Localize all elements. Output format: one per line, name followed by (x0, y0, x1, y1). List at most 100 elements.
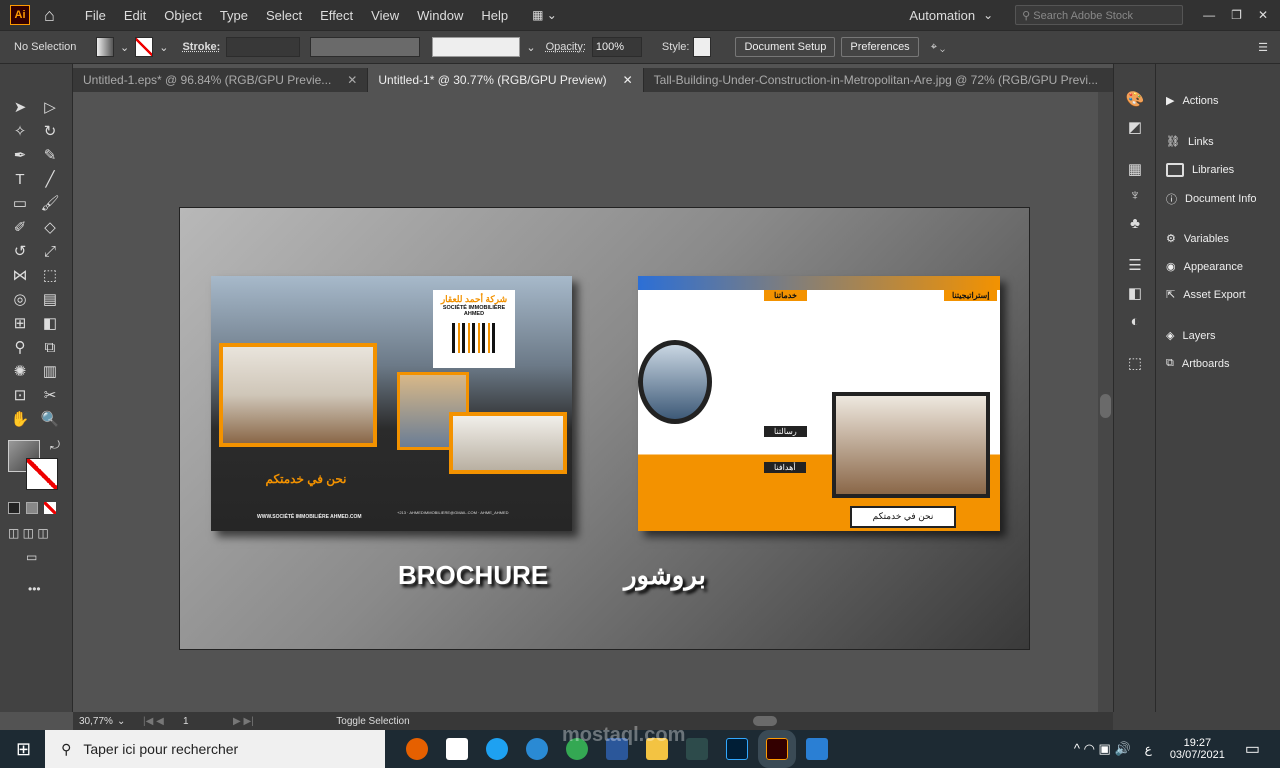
pen-tool-icon[interactable]: ✒ (10, 146, 30, 166)
tab-untitled-1[interactable]: Untitled-1* @ 30.77% (RGB/GPU Preview) ✕ (368, 68, 644, 92)
close-icon[interactable]: ✕ (623, 73, 633, 87)
zoom-level[interactable]: 30,77% (73, 716, 117, 727)
panel-artboards[interactable]: ⧉ Artboards (1166, 357, 1230, 370)
document-setup-button[interactable]: Document Setup (735, 37, 836, 57)
color-panel-icon[interactable]: 🎨 (1125, 90, 1145, 110)
artboard[interactable]: شركة أحمد للعقار SOCIÉTÉ IMMOBILIÈRE AHM… (179, 207, 1030, 650)
stock-search-input[interactable]: ⚲ Search Adobe Stock (1015, 5, 1184, 25)
workspace-switcher[interactable]: Automation (909, 8, 975, 23)
menu-effect[interactable]: Effect (320, 8, 353, 23)
home-icon[interactable]: ⌂ (44, 5, 55, 26)
direct-selection-tool-icon[interactable]: ▷ (40, 98, 60, 118)
artboard-number[interactable]: 1 (183, 716, 233, 727)
chevron-down-icon[interactable]: ⌄ (526, 41, 535, 54)
menu-list-icon[interactable]: ☰ (1258, 41, 1268, 54)
menu-file[interactable]: File (85, 8, 106, 23)
rotate-tool-icon[interactable]: ↺ (10, 242, 30, 262)
menu-type[interactable]: Type (220, 8, 248, 23)
zoom-tool-icon[interactable]: 🔍 (40, 410, 60, 430)
brushes-icon[interactable]: ♆ (1125, 186, 1145, 206)
tab-tall-building[interactable]: Tall-Building-Under-Construction-in-Metr… (644, 68, 1136, 92)
color-guide-icon[interactable]: ◩ (1125, 118, 1145, 138)
magic-wand-icon[interactable]: ✧ (10, 122, 30, 142)
select-similar-icon[interactable]: ⌖ ⌄ (931, 41, 945, 54)
column-graph-icon[interactable]: ▥ (40, 362, 60, 382)
export-icon[interactable]: ⬚ (1125, 354, 1145, 374)
panel-links[interactable]: ⛓ Links (1166, 135, 1214, 149)
minimize-button[interactable]: — (1203, 8, 1215, 22)
menu-view[interactable]: View (371, 8, 399, 23)
more-tools-icon[interactable]: ••• (28, 582, 41, 596)
close-icon[interactable]: ✕ (347, 73, 357, 87)
width-tool-icon[interactable]: ⋈ (10, 266, 30, 286)
menu-object[interactable]: Object (164, 8, 202, 23)
chevron-down-icon[interactable]: ⌄ (117, 716, 143, 727)
panel-document-info[interactable]: ⓘ Document Info (1166, 191, 1257, 207)
opacity-label[interactable]: Opacity: (546, 41, 586, 53)
notifications-icon[interactable]: ▭ (1245, 739, 1260, 759)
slice-tool-icon[interactable]: ✂ (40, 386, 60, 406)
perspective-grid-icon[interactable]: ▤ (40, 290, 60, 310)
stroke-weight-input[interactable] (226, 37, 301, 57)
panel-variables[interactable]: ⚙ Variables (1166, 232, 1229, 246)
artboard-nav-prev[interactable]: |◀ ◀ (143, 716, 183, 727)
panel-layers[interactable]: ◈ Layers (1166, 329, 1216, 343)
swap-colors-icon[interactable]: ⤾ (50, 438, 60, 453)
free-transform-icon[interactable]: ⬚ (40, 266, 60, 286)
firefox-icon[interactable] (406, 738, 429, 760)
close-button[interactable]: ✕ (1258, 8, 1268, 22)
menu-select[interactable]: Select (266, 8, 302, 23)
stroke-label[interactable]: Stroke: (182, 41, 220, 53)
type-tool-icon[interactable]: T (10, 170, 30, 190)
clock[interactable]: 19:27 03/07/2021 (1170, 737, 1225, 761)
gradient-panel-icon[interactable]: ◧ (1125, 284, 1145, 304)
tab-untitled-eps[interactable]: Untitled-1.eps* @ 96.84% (RGB/GPU Previe… (73, 68, 369, 92)
mesh-tool-icon[interactable]: ⊞ (10, 314, 30, 334)
status-action[interactable]: Toggle Selection (273, 716, 473, 727)
stroke-swatch[interactable] (135, 37, 154, 57)
panel-asset-export[interactable]: ⇱ Asset Export (1166, 288, 1246, 302)
vertical-scrollbar[interactable] (1098, 92, 1113, 712)
restore-button[interactable]: ❐ (1231, 8, 1242, 22)
input-language[interactable]: ع (1145, 742, 1152, 756)
chevron-down-icon[interactable]: ⌄ (159, 41, 168, 54)
artboard-tool-icon[interactable]: ⊡ (10, 386, 30, 406)
menu-edit[interactable]: Edit (124, 8, 146, 23)
stroke-color[interactable] (26, 458, 58, 490)
fill-swatch[interactable] (96, 37, 114, 57)
panel-appearance[interactable]: ◉ Appearance (1166, 260, 1243, 274)
photos-icon[interactable] (806, 738, 829, 760)
line-tool-icon[interactable]: ╱ (40, 170, 60, 190)
system-tray-icons[interactable]: ^ ◠ ▣ 🔊 (1074, 741, 1131, 757)
lasso-icon[interactable]: ↻ (40, 122, 60, 142)
panel-actions[interactable]: ▶ Actions (1166, 94, 1219, 108)
photoshop-icon[interactable] (726, 738, 749, 760)
taskbar-search-input[interactable]: ⚲ Taper ici pour rechercher (45, 730, 386, 768)
symbol-sprayer-icon[interactable]: ✺ (10, 362, 30, 382)
selection-tool-icon[interactable]: ➤ (10, 98, 30, 118)
swatches-icon[interactable]: ▦ (1125, 160, 1145, 180)
curvature-tool-icon[interactable]: ✎ (40, 146, 60, 166)
transparency-icon[interactable]: ◐ (1125, 312, 1145, 332)
app-icon[interactable] (686, 738, 709, 760)
scale-tool-icon[interactable]: ⤢ (40, 242, 60, 262)
eraser-icon[interactable]: ◇ (40, 218, 60, 238)
variable-width-profile[interactable] (310, 37, 421, 57)
shaper-tool-icon[interactable]: ✐ (10, 218, 30, 238)
panel-libraries[interactable]: Libraries (1166, 163, 1234, 177)
eyedropper-icon[interactable]: ⚲ (10, 338, 30, 358)
symbols-icon[interactable]: ♣ (1125, 214, 1145, 234)
style-swatch[interactable] (693, 37, 712, 57)
hand-tool-icon[interactable]: ✋ (10, 410, 30, 430)
illustrator-icon[interactable] (758, 730, 797, 768)
opacity-input[interactable]: 100% (591, 37, 642, 57)
rectangle-tool-icon[interactable]: ▭ (10, 194, 30, 214)
menu-window[interactable]: Window (417, 8, 463, 23)
screen-mode-icon[interactable]: ▭ (26, 550, 37, 564)
store-icon[interactable] (446, 738, 469, 760)
artboard-nav-next[interactable]: ▶ ▶| (233, 716, 273, 727)
stroke-panel-icon[interactable]: ☰ (1125, 256, 1145, 276)
color-mode-buttons[interactable] (8, 502, 56, 514)
windows-start-icon[interactable]: ⊞ (16, 739, 31, 760)
edge-icon[interactable] (526, 738, 549, 760)
